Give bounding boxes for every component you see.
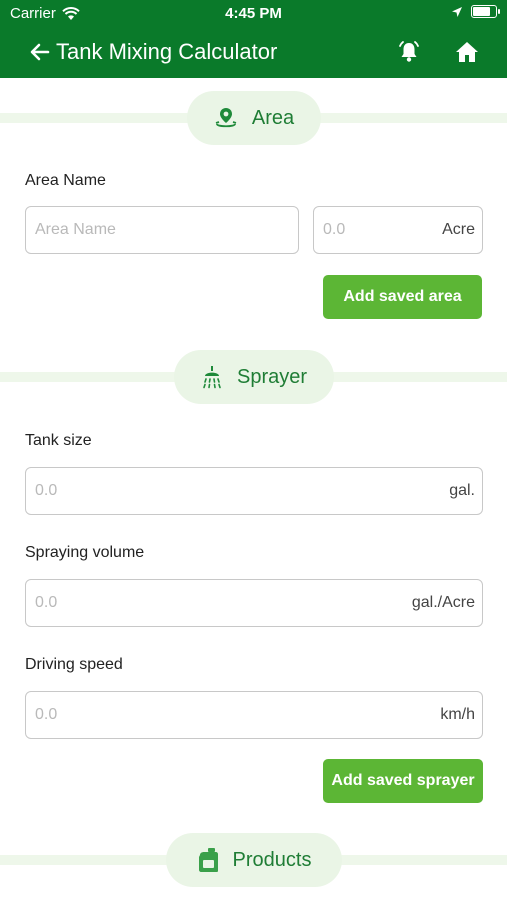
- shower-icon: [203, 366, 221, 389]
- area-name-input[interactable]: Area Name: [25, 206, 299, 254]
- area-section-title: Area: [251, 106, 295, 129]
- spraying-volume-input[interactable]: 0.0 gal./Acre: [25, 579, 483, 627]
- tank-size-placeholder: 0.0: [35, 482, 58, 499]
- map-pin-icon: [215, 108, 237, 128]
- add-saved-area-button[interactable]: Add saved area: [323, 275, 482, 319]
- spraying-volume-label: Spraying volume: [25, 544, 145, 561]
- area-size-placeholder: 0.0: [323, 221, 346, 238]
- spraying-volume-unit: gal./Acre: [411, 594, 475, 611]
- products-section-title: Products: [232, 848, 312, 871]
- sprayer-section-header: Sprayer: [0, 350, 507, 404]
- driving-speed-unit: km/h: [440, 706, 475, 723]
- area-name-placeholder: Area Name: [35, 221, 116, 238]
- tank-size-label: Tank size: [25, 432, 92, 449]
- area-size-input[interactable]: 0.0 Acre: [313, 206, 483, 254]
- tank-size-unit: gal.: [449, 482, 475, 499]
- driving-speed-label: Driving speed: [25, 656, 123, 673]
- tank-size-input[interactable]: 0.0 gal.: [25, 467, 483, 515]
- add-saved-sprayer-button[interactable]: Add saved sprayer: [323, 759, 483, 803]
- area-section-header: Area: [0, 91, 507, 145]
- area-name-label: Area Name: [25, 172, 106, 189]
- page-title: Tank Mixing Calculator: [56, 39, 278, 64]
- products-section-header: Products: [0, 833, 507, 887]
- products-section-pill: Products: [166, 833, 342, 887]
- back-arrow-icon[interactable]: [28, 40, 52, 64]
- bell-ring-icon[interactable]: [396, 39, 422, 65]
- status-right: [451, 5, 500, 18]
- nav-bar: Tank Mixing Calculator: [0, 28, 507, 78]
- area-size-unit: Acre: [442, 221, 475, 238]
- area-section-pill: Area: [187, 91, 321, 145]
- status-time: 4:45 PM: [225, 5, 282, 22]
- sprayer-section-title: Sprayer: [236, 365, 308, 388]
- jerrycan-icon: [198, 848, 218, 872]
- driving-speed-input[interactable]: 0.0 km/h: [25, 691, 483, 739]
- home-icon[interactable]: [454, 39, 480, 65]
- battery-icon: [471, 5, 500, 18]
- sprayer-section-pill: Sprayer: [174, 350, 334, 404]
- status-bar: Carrier 4:45 PM: [0, 0, 507, 28]
- location-arrow-icon: [452, 6, 462, 17]
- spraying-volume-placeholder: 0.0: [35, 594, 58, 611]
- driving-speed-placeholder: 0.0: [35, 706, 58, 723]
